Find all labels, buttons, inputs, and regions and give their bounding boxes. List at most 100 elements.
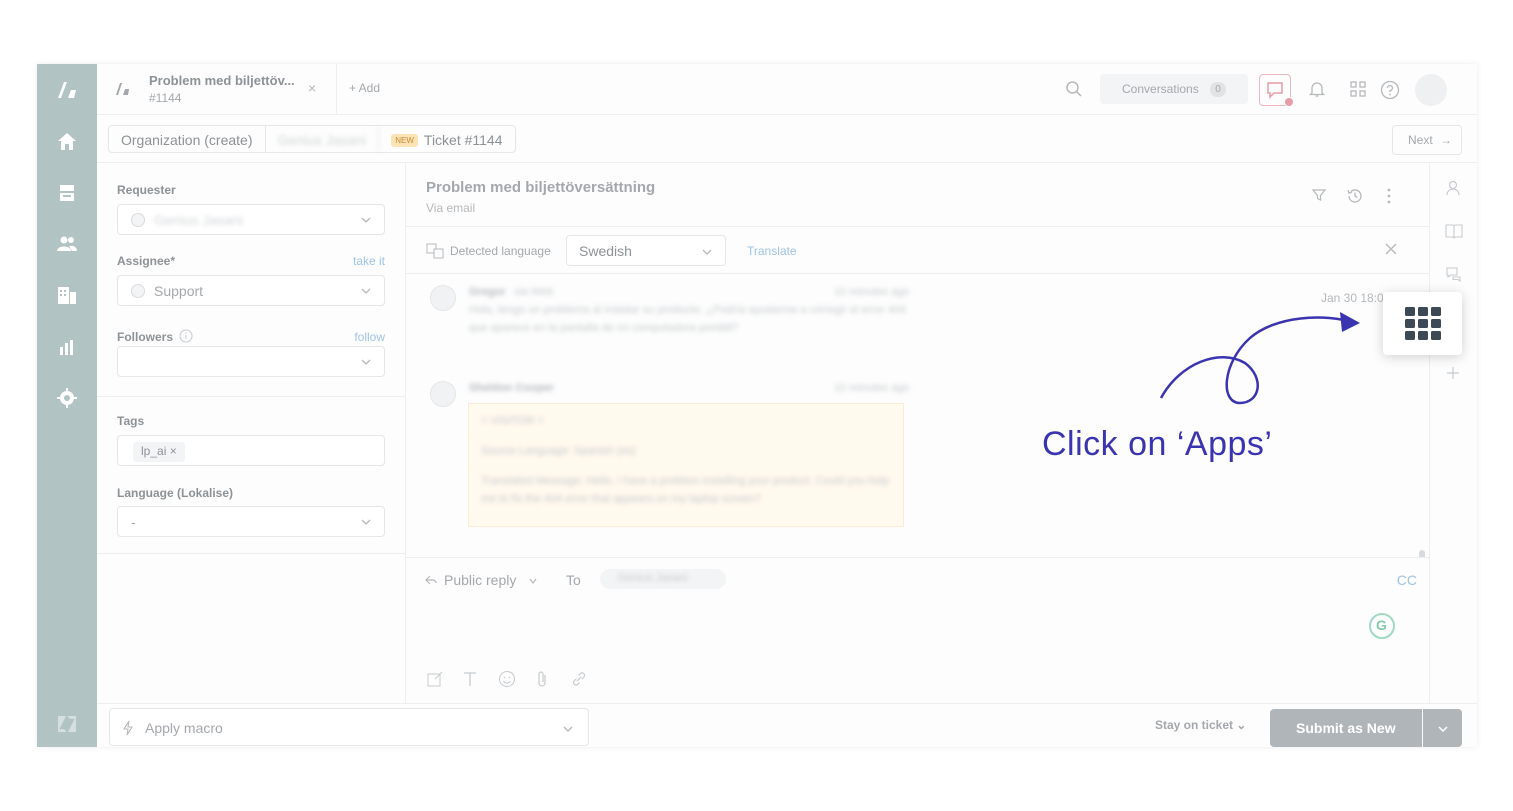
customer-context-icon[interactable] bbox=[1445, 179, 1461, 202]
next-label: Next bbox=[1408, 133, 1433, 147]
submit-options-button[interactable] bbox=[1423, 709, 1462, 747]
language-value: - bbox=[131, 514, 136, 530]
breadcrumb: Organization (create) Genius Jasani NEW T… bbox=[108, 125, 516, 153]
followers-field[interactable] bbox=[117, 346, 385, 377]
tags-field[interactable]: lp_ai × bbox=[117, 435, 385, 466]
top-bar: Problem med biljettöv... #1144 × + Add C… bbox=[97, 64, 1477, 115]
message-author: Gregor bbox=[469, 286, 506, 298]
follow-link[interactable]: follow bbox=[354, 330, 385, 344]
product-tray-icon[interactable] bbox=[1349, 80, 1367, 103]
filter-icon[interactable] bbox=[1311, 187, 1327, 208]
language-label: Language (Lokalise) bbox=[117, 486, 234, 500]
chevron-down-icon bbox=[1437, 722, 1449, 740]
grammarly-button[interactable]: G bbox=[1369, 613, 1395, 639]
reply-to-label: To bbox=[566, 572, 581, 588]
next-button[interactable]: Next → bbox=[1392, 125, 1462, 155]
language-select[interactable]: Swedish bbox=[566, 235, 726, 266]
language-detection-bar: Detected language Swedish Translate bbox=[406, 226, 1429, 274]
side-conversations-icon[interactable] bbox=[1445, 265, 1463, 288]
more-options-icon[interactable] bbox=[1386, 187, 1392, 210]
recipient-chip[interactable]: Genius Jasani bbox=[600, 569, 726, 589]
message-time: 10 minutes ago bbox=[834, 286, 910, 298]
scrollbar[interactable] bbox=[1419, 550, 1425, 557]
conversations-button[interactable]: Conversations 0 bbox=[1100, 74, 1248, 104]
emoji-icon[interactable] bbox=[498, 670, 516, 693]
zendesk-logo-icon[interactable] bbox=[55, 78, 79, 102]
translate-icon bbox=[426, 242, 444, 265]
ticket-tab-icon bbox=[115, 81, 131, 102]
breadcrumb-organization[interactable]: Organization (create) bbox=[109, 126, 266, 152]
chevron-down-icon bbox=[562, 722, 574, 740]
lightning-icon bbox=[122, 720, 134, 741]
translate-link[interactable]: Translate bbox=[747, 244, 797, 258]
tag-value: lp_ai bbox=[141, 444, 167, 458]
text-format-icon[interactable] bbox=[462, 670, 478, 693]
ticket-tab[interactable]: Problem med biljettöv... #1144 × bbox=[97, 64, 337, 115]
annotation-text: Click on ‘Apps’ bbox=[1042, 425, 1273, 463]
zendesk-brand-icon bbox=[55, 712, 79, 736]
avatar bbox=[430, 381, 456, 407]
apps-button[interactable] bbox=[1383, 292, 1462, 355]
chevron-down-icon bbox=[528, 573, 538, 591]
chevron-down-icon bbox=[360, 515, 372, 533]
add-tab-button[interactable]: + Add bbox=[349, 81, 380, 95]
message-meta: via Web bbox=[514, 286, 554, 298]
ticket-properties-panel: Requester Genius Jasani Assignee* take i… bbox=[97, 163, 406, 703]
breadcrumb-requester[interactable]: Genius Jasani bbox=[266, 126, 380, 152]
admin-gear-icon[interactable] bbox=[55, 386, 79, 410]
user-avatar[interactable] bbox=[1415, 74, 1447, 106]
stay-on-ticket-label: Stay on ticket bbox=[1155, 718, 1234, 732]
ticket-footer: Apply macro Stay on ticket ⌄ Submit as N… bbox=[97, 703, 1477, 747]
reporting-icon[interactable] bbox=[55, 335, 79, 359]
apply-macro-select[interactable]: Apply macro bbox=[109, 708, 589, 746]
tab-ticket-number: #1144 bbox=[149, 91, 182, 105]
search-icon[interactable] bbox=[1065, 80, 1083, 103]
link-icon[interactable] bbox=[570, 670, 588, 693]
breadcrumb-ticket[interactable]: NEW Ticket #1144 bbox=[379, 126, 514, 152]
ticket-via: Via email bbox=[426, 201, 476, 215]
take-it-link[interactable]: take it bbox=[353, 254, 385, 268]
apps-grid-icon bbox=[1405, 307, 1441, 346]
grammarly-icon: G bbox=[1376, 617, 1387, 633]
attachment-icon[interactable] bbox=[536, 670, 548, 693]
tab-close-icon[interactable]: × bbox=[308, 80, 316, 96]
followers-label: Followers bbox=[117, 330, 174, 344]
requester-avatar bbox=[131, 213, 145, 227]
chevron-down-icon bbox=[701, 245, 713, 263]
reply-mode-select[interactable]: Public reply bbox=[444, 572, 516, 588]
organizations-icon[interactable] bbox=[55, 283, 79, 307]
close-icon[interactable] bbox=[1383, 241, 1399, 262]
left-nav bbox=[37, 64, 97, 747]
conversations-count: 0 bbox=[1210, 82, 1226, 97]
message-body: Hola, tengo un problema al instalar su p… bbox=[469, 304, 907, 334]
ticket-main: Problem med biljettöversättning Via emai… bbox=[406, 163, 1429, 703]
customers-icon[interactable] bbox=[55, 232, 79, 256]
panel-divider bbox=[97, 553, 405, 554]
cc-link[interactable]: CC bbox=[1397, 572, 1417, 588]
language-field[interactable]: - bbox=[117, 506, 385, 537]
knowledge-icon[interactable] bbox=[1445, 223, 1463, 244]
tag-remove-icon[interactable]: × bbox=[170, 444, 177, 458]
requester-field[interactable]: Genius Jasani bbox=[117, 204, 385, 235]
views-icon[interactable] bbox=[55, 181, 79, 205]
submit-button[interactable]: Submit as New bbox=[1270, 709, 1422, 747]
chat-icon[interactable] bbox=[1259, 74, 1294, 107]
assignee-field[interactable]: Support bbox=[117, 275, 385, 306]
add-icon[interactable] bbox=[1445, 365, 1461, 386]
tag-chip: lp_ai × bbox=[133, 442, 185, 462]
reply-arrow-icon bbox=[424, 573, 438, 592]
message-timestamp: Jan 30 18:0 bbox=[1321, 291, 1384, 305]
stay-on-ticket-select[interactable]: Stay on ticket ⌄ bbox=[1155, 718, 1246, 732]
new-badge: NEW bbox=[391, 134, 418, 147]
compose-icon[interactable] bbox=[426, 670, 444, 693]
quote-source-language: Source Language: Spanish (es) bbox=[481, 445, 636, 457]
help-icon[interactable] bbox=[1380, 80, 1400, 105]
home-icon[interactable] bbox=[55, 130, 79, 154]
breadcrumb-bar: Organization (create) Genius Jasani NEW T… bbox=[97, 115, 1477, 163]
notifications-bell-icon[interactable] bbox=[1308, 80, 1326, 103]
history-icon[interactable] bbox=[1346, 187, 1364, 210]
avatar bbox=[430, 285, 456, 311]
reply-editor: Public reply To Genius Jasani CC G bbox=[406, 557, 1429, 703]
chevron-down-icon bbox=[360, 355, 372, 373]
requester-value: Genius Jasani bbox=[154, 212, 243, 228]
